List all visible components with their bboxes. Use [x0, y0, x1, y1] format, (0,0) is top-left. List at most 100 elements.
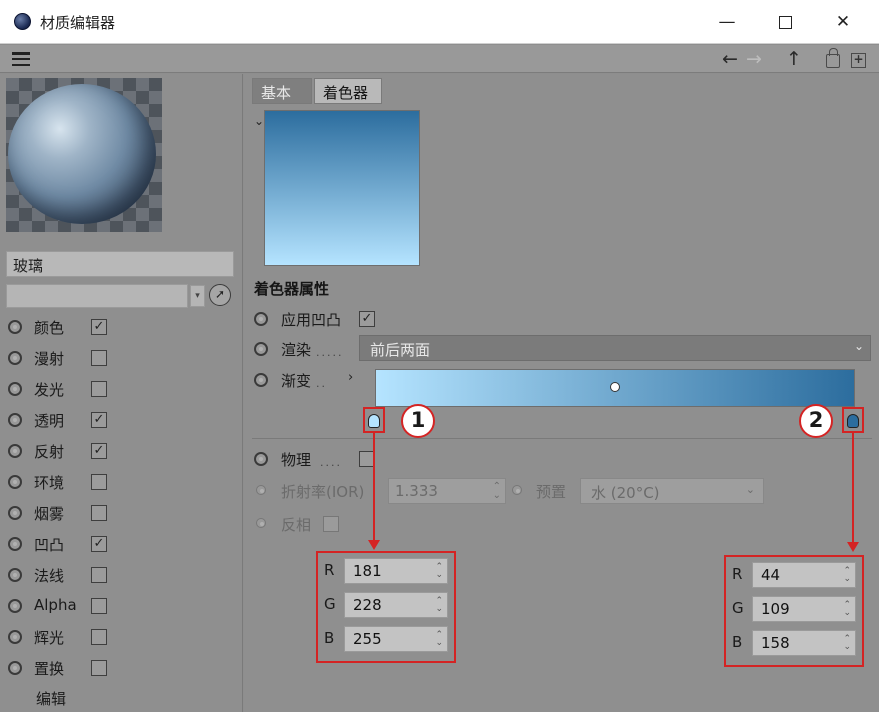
callout-marker-1: 1: [401, 404, 435, 438]
channel-checkbox[interactable]: [91, 660, 107, 676]
channel-checkbox[interactable]: ✓: [91, 536, 107, 552]
channel-checkbox[interactable]: ✓: [91, 443, 107, 459]
channel-list: 颜色 ✓ 漫射 发光 透明 ✓ 反射 ✓ 环境 烟雾凹凸 ✓ 法线 Alpha 辉光 置换: [8, 314, 228, 686]
spinner-icon[interactable]: ⌃ ⌄: [493, 482, 501, 501]
render-select[interactable]: 前后两面 ⌄: [359, 335, 871, 361]
minimize-button[interactable]: —: [704, 6, 750, 38]
channel-radio[interactable]: [8, 661, 22, 675]
spinner-icon[interactable]: ⌃ ⌄: [435, 631, 443, 648]
chevron-down-icon[interactable]: ⌄: [254, 114, 264, 128]
r-input[interactable]: 181 ⌃ ⌄: [344, 558, 448, 584]
chevron-down-icon: ⌄: [745, 483, 755, 496]
channel-item[interactable]: 置换: [8, 655, 228, 686]
chevron-right-icon[interactable]: ›: [348, 370, 353, 385]
channel-item[interactable]: 辉光: [8, 624, 228, 655]
spinner-icon[interactable]: ⌃ ⌄: [843, 567, 851, 584]
channel-item[interactable]: 法线: [8, 562, 228, 593]
gradient-knot-end[interactable]: [846, 412, 860, 430]
channel-radio[interactable]: [8, 320, 22, 334]
edit-label[interactable]: 编辑: [36, 688, 66, 709]
channel-radio[interactable]: [8, 444, 22, 458]
preset-select[interactable]: 水 (20°C) ⌄: [580, 478, 764, 504]
material-preview[interactable]: [6, 78, 162, 232]
chevron-down-icon[interactable]: ▾: [190, 285, 205, 307]
channel-item[interactable]: 烟雾: [8, 500, 228, 531]
close-button[interactable]: ✕: [820, 6, 866, 38]
menu-bar: ← → ↑ +: [0, 45, 879, 73]
channel-checkbox[interactable]: ✓: [91, 412, 107, 428]
ior-radio[interactable]: [256, 485, 266, 495]
pick-cursor-icon[interactable]: ➚: [209, 284, 231, 306]
r-label: R: [732, 565, 743, 583]
channel-checkbox[interactable]: [91, 598, 107, 614]
channel-label: 颜色: [34, 319, 65, 337]
b-input[interactable]: 158 ⌃ ⌄: [752, 630, 856, 656]
up-arrow-icon[interactable]: ↑: [786, 48, 802, 70]
channel-radio[interactable]: [8, 599, 22, 613]
spinner-icon[interactable]: ⌃ ⌄: [435, 563, 443, 580]
g-input[interactable]: 228 ⌃ ⌄: [344, 592, 448, 618]
invert-radio[interactable]: [256, 518, 266, 528]
r-input[interactable]: 44 ⌃ ⌄: [752, 562, 856, 588]
channel-item[interactable]: 环境: [8, 469, 228, 500]
r-value: 181: [353, 562, 382, 580]
lock-icon[interactable]: [826, 48, 840, 68]
channel-item[interactable]: 发光: [8, 376, 228, 407]
gradient-bias-knot[interactable]: [610, 382, 620, 392]
spinner-icon[interactable]: ⌃ ⌄: [843, 635, 851, 652]
channel-radio[interactable]: [8, 413, 22, 427]
channel-item[interactable]: 颜色 ✓: [8, 314, 228, 345]
channel-radio[interactable]: [8, 506, 22, 520]
knot-swatch-start: [368, 414, 380, 428]
b-label: B: [732, 633, 743, 651]
rgb-row-g: G 228 ⌃ ⌄: [324, 591, 450, 619]
shader-preview: [264, 110, 420, 266]
maximize-button[interactable]: [762, 6, 808, 38]
channel-checkbox[interactable]: [91, 505, 107, 521]
connector-line-1: [373, 433, 375, 543]
new-panel-icon[interactable]: +: [851, 53, 866, 68]
channel-item[interactable]: Alpha: [8, 593, 228, 624]
gradient-label: 渐变: [281, 372, 312, 390]
channel-item[interactable]: 反射 ✓: [8, 438, 228, 469]
channel-checkbox[interactable]: ✓: [91, 319, 107, 335]
channel-radio[interactable]: [8, 351, 22, 365]
preset-radio[interactable]: [512, 485, 522, 495]
channel-radio[interactable]: [8, 568, 22, 582]
channel-radio[interactable]: [8, 630, 22, 644]
invert-checkbox[interactable]: [323, 516, 339, 532]
channel-radio[interactable]: [8, 537, 22, 551]
spinner-icon[interactable]: ⌃ ⌄: [435, 597, 443, 614]
g-input[interactable]: 109 ⌃ ⌄: [752, 596, 856, 622]
invert-label: 反相: [281, 516, 312, 534]
material-name-field[interactable]: 玻璃: [6, 251, 234, 277]
apply-bump-checkbox[interactable]: ✓: [359, 311, 375, 327]
gradient-knot-start[interactable]: [367, 412, 381, 430]
channel-checkbox[interactable]: [91, 629, 107, 645]
render-radio[interactable]: [254, 342, 268, 356]
tab-basic[interactable]: 基本: [252, 78, 312, 104]
channel-checkbox[interactable]: [91, 381, 107, 397]
tab-shader[interactable]: 着色器: [314, 78, 382, 104]
channel-item[interactable]: 漫射: [8, 345, 228, 376]
channel-checkbox[interactable]: [91, 474, 107, 490]
channel-item[interactable]: 凹凸 ✓: [8, 531, 228, 562]
spinner-icon[interactable]: ⌃ ⌄: [843, 601, 851, 618]
forward-arrow-icon[interactable]: →: [746, 48, 762, 70]
gradient-radio[interactable]: [254, 373, 268, 387]
back-arrow-icon[interactable]: ←: [722, 48, 738, 70]
channel-checkbox[interactable]: [91, 567, 107, 583]
render-dots: .....: [316, 346, 344, 359]
channel-filter-select[interactable]: [6, 284, 188, 308]
channel-item[interactable]: 透明 ✓: [8, 407, 228, 438]
apply-bump-radio[interactable]: [254, 312, 268, 326]
channel-label: 凹凸: [34, 536, 65, 554]
hamburger-menu-icon[interactable]: [12, 52, 30, 67]
b-input[interactable]: 255 ⌃ ⌄: [344, 626, 448, 652]
channel-checkbox[interactable]: [91, 350, 107, 366]
physical-radio[interactable]: [254, 452, 268, 466]
ior-input[interactable]: 1.333 ⌃ ⌄: [388, 478, 506, 504]
rgb-row-g: G 109 ⌃ ⌄: [732, 595, 858, 623]
channel-radio[interactable]: [8, 382, 22, 396]
channel-radio[interactable]: [8, 475, 22, 489]
